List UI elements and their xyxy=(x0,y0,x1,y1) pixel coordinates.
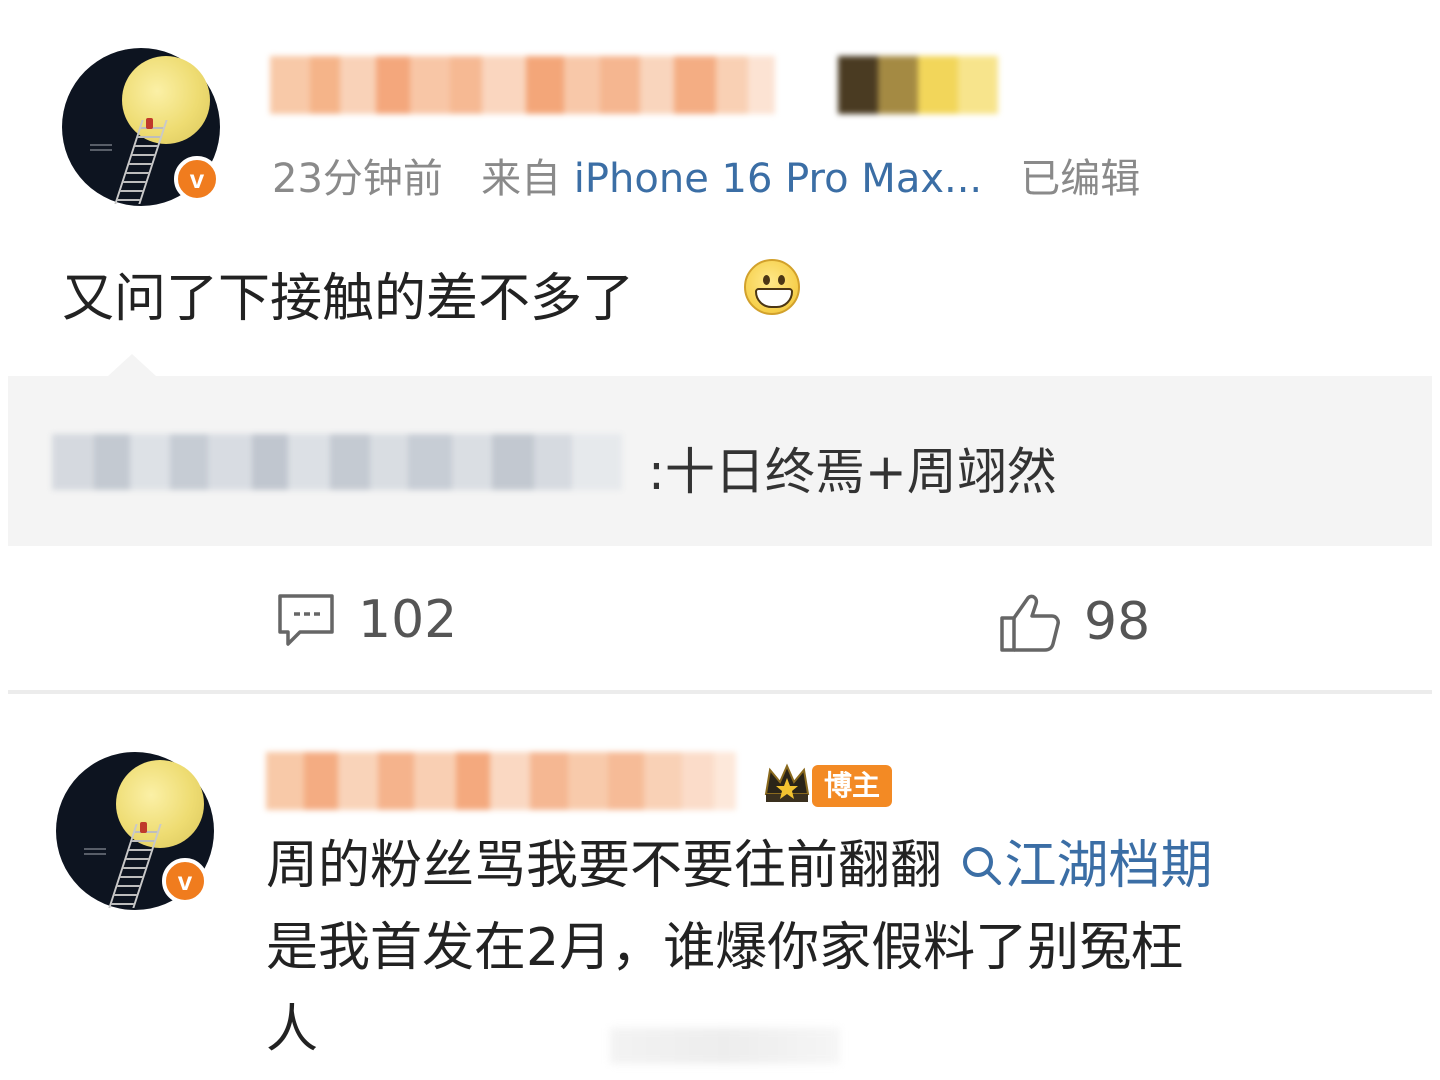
username-obscured[interactable] xyxy=(270,56,815,114)
comment-icon xyxy=(278,594,334,646)
crown-icon xyxy=(764,763,810,802)
thumbs-up-icon xyxy=(1000,594,1060,652)
section-divider xyxy=(8,690,1432,694)
like-count: 98 xyxy=(1084,592,1151,652)
post-content: 又问了下接触的差不多了 xyxy=(62,269,635,329)
source-device-link[interactable]: iPhone 16 Pro Max... xyxy=(574,156,982,202)
search-icon xyxy=(962,847,1001,885)
figure-image xyxy=(146,118,153,129)
post-meta: 23分钟前 来自 iPhone 16 Pro Max... 已编辑 xyxy=(272,146,1140,204)
watermark-obscured xyxy=(610,1028,840,1064)
avatar-text-decoration xyxy=(84,848,106,858)
post-time: 23分钟前 xyxy=(272,156,443,202)
comment-count: 102 xyxy=(358,590,458,650)
reply-text-part: 周的粉丝骂我要不要往前翻翻 xyxy=(266,836,943,896)
like-button[interactable]: 98 xyxy=(998,590,1150,654)
figure-image xyxy=(140,822,147,833)
reply-line-3: 人 xyxy=(266,1000,319,1060)
moon-image xyxy=(122,56,210,144)
ladder-image xyxy=(114,120,168,204)
grin-emoji-icon xyxy=(744,259,800,315)
reply-line-2: 是我首发在2月，谁爆你家假料了别冤枉 xyxy=(266,918,1184,978)
quoted-username-obscured[interactable] xyxy=(52,434,642,490)
verified-badge-icon: v xyxy=(174,156,220,202)
reply-username-obscured[interactable] xyxy=(266,752,736,810)
quoted-text: :十日终焉+周翊然 xyxy=(648,443,1057,501)
topic-label: 江湖档期 xyxy=(1004,836,1213,896)
ladder-image xyxy=(108,824,162,908)
source-prefix: 来自 xyxy=(481,156,562,202)
topic-link[interactable]: 江湖档期 xyxy=(959,836,1213,896)
avatar-text-decoration xyxy=(90,144,112,154)
reply-line-1: 周的粉丝骂我要不要往前翻翻 江湖档期 xyxy=(266,826,1213,906)
moon-image xyxy=(116,760,204,848)
comment-button[interactable]: 102 xyxy=(276,590,457,650)
host-badge: 博主 xyxy=(812,765,893,807)
quote-pointer xyxy=(108,354,156,376)
edited-label[interactable]: 已编辑 xyxy=(1020,156,1140,202)
verified-badge-icon: v xyxy=(162,858,208,904)
user-level-badge-obscured xyxy=(838,56,998,114)
